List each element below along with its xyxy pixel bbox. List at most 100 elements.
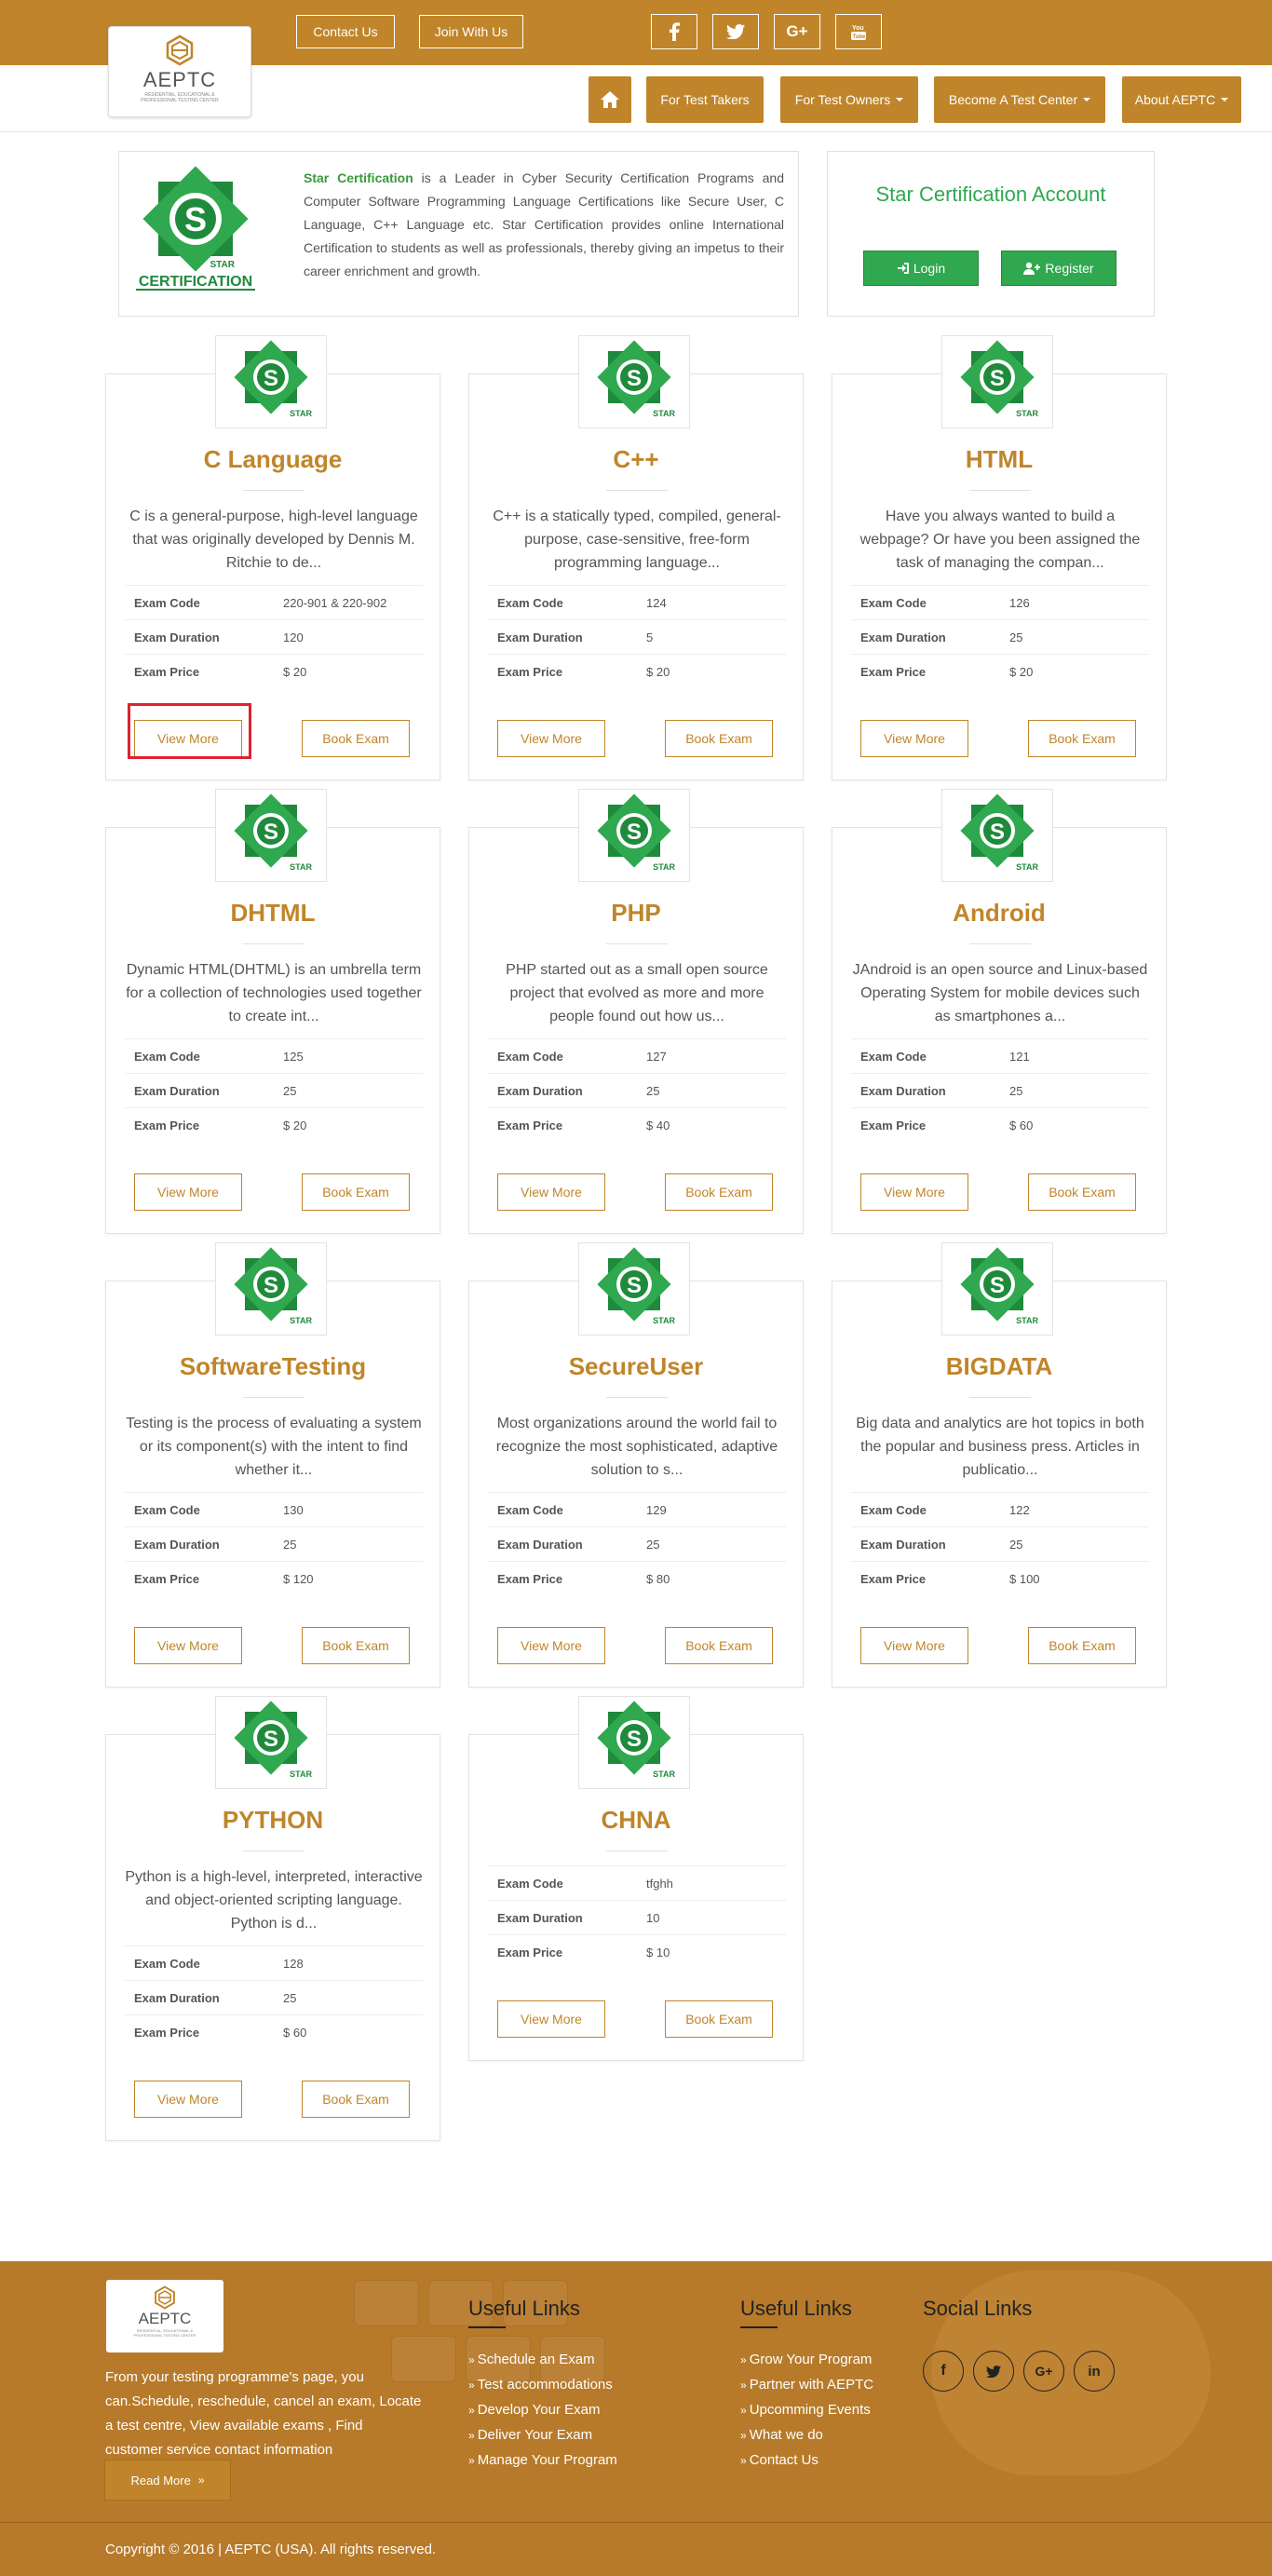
nav-for-test-owners[interactable]: For Test Owners xyxy=(780,76,918,123)
view-more-button[interactable]: View More xyxy=(860,1173,968,1211)
heading-underline xyxy=(468,2326,506,2328)
home-button[interactable] xyxy=(589,76,631,123)
course-title[interactable]: BIGDATA xyxy=(832,1352,1166,1381)
nav-for-test-takers[interactable]: For Test Takers xyxy=(646,76,764,123)
course-title[interactable]: PHP xyxy=(469,899,803,928)
footer-link[interactable]: » Grow Your Program xyxy=(740,2347,873,2372)
footer-texture xyxy=(354,2280,419,2326)
table-row: Exam Duration 10 xyxy=(488,1900,786,1934)
footer-link-label: Schedule an Exam xyxy=(477,2352,595,2367)
book-exam-button[interactable]: Book Exam xyxy=(665,720,773,757)
footer-link[interactable]: » Manage Your Program xyxy=(468,2447,617,2473)
facebook-icon[interactable] xyxy=(651,14,697,49)
book-exam-button[interactable]: Book Exam xyxy=(302,1173,410,1211)
course-title[interactable]: SecureUser xyxy=(469,1352,803,1381)
exam-duration-label: Exam Duration xyxy=(134,630,220,644)
exam-duration-label: Exam Duration xyxy=(134,1990,220,2005)
exam-price-label: Exam Price xyxy=(497,1118,563,1132)
course-logo: S STAR xyxy=(941,1242,1053,1335)
site-logo[interactable]: AEPTC RESIDENTIAL, EDUCATIONAL & PROFESS… xyxy=(108,26,251,117)
exam-duration-value: 10 xyxy=(646,1910,660,1925)
view-more-button[interactable]: View More xyxy=(860,1627,968,1664)
course-title[interactable]: C Language xyxy=(106,445,440,474)
course-card: S STAR Android JAndroid is an open source a… xyxy=(832,789,1167,1234)
twitter-icon[interactable] xyxy=(712,14,759,49)
footer-google-plus-icon[interactable]: G+ xyxy=(1023,2351,1064,2392)
course-title[interactable]: DHTML xyxy=(106,899,440,928)
useful-links-list-2: » Grow Your Program » Partner with AEPTC »… xyxy=(740,2347,873,2473)
footer-link-label: Develop Your Exam xyxy=(477,2402,601,2418)
book-exam-button[interactable]: Book Exam xyxy=(665,1627,773,1664)
nav-become-test-center[interactable]: Become A Test Center xyxy=(934,76,1105,123)
book-exam-button[interactable]: Book Exam xyxy=(1028,1627,1136,1664)
course-title[interactable]: CHNA xyxy=(469,1806,803,1835)
footer-logo[interactable]: AEPTC RESIDENTIAL, EDUCATIONAL & PROFESS… xyxy=(106,2280,223,2352)
footer-link[interactable]: » Develop Your Exam xyxy=(468,2397,617,2422)
exam-price-label: Exam Price xyxy=(497,1945,563,1959)
footer-link[interactable]: » Test accommodations xyxy=(468,2372,617,2397)
footer-linkedin-icon[interactable]: in xyxy=(1074,2351,1115,2392)
view-more-button[interactable]: View More xyxy=(134,2081,242,2118)
footer-link[interactable]: » What we do xyxy=(740,2422,873,2447)
course-title[interactable]: Android xyxy=(832,899,1166,928)
view-more-button[interactable]: View More xyxy=(860,720,968,757)
course-description: C is a general-purpose, high-level langu… xyxy=(129,508,418,571)
account-title: Star Certification Account xyxy=(875,183,1106,206)
account-panel: Star Certification Account Login Registe… xyxy=(827,151,1155,317)
exam-code-value: 122 xyxy=(1009,1502,1030,1517)
view-more-button[interactable]: View More xyxy=(134,1627,242,1664)
course-logo: S STAR xyxy=(578,1242,690,1335)
footer-logo-title: AEPTC xyxy=(138,2310,192,2327)
book-exam-button[interactable]: Book Exam xyxy=(665,2000,773,2038)
footer-twitter-icon[interactable] xyxy=(973,2351,1014,2392)
contact-us-button[interactable]: Contact Us xyxy=(296,15,395,48)
view-more-button[interactable]: View More xyxy=(497,1173,605,1211)
book-exam-button[interactable]: Book Exam xyxy=(1028,1173,1136,1211)
exam-code-label: Exam Code xyxy=(860,1502,927,1517)
footer-link[interactable]: » Contact Us xyxy=(740,2447,873,2473)
star-label: STAR xyxy=(653,862,675,872)
course-logo: S STAR xyxy=(215,1242,327,1335)
course-title[interactable]: PYTHON xyxy=(106,1806,440,1835)
exam-code-label: Exam Code xyxy=(497,1876,563,1891)
course-title[interactable]: HTML xyxy=(832,445,1166,474)
view-more-button[interactable]: View More xyxy=(497,1627,605,1664)
table-row: Exam Price $ 10 xyxy=(488,1934,786,1969)
footer-link[interactable]: » Partner with AEPTC xyxy=(740,2372,873,2397)
course-title[interactable]: SoftwareTesting xyxy=(106,1352,440,1381)
register-button[interactable]: Register xyxy=(1001,251,1116,286)
footer-link[interactable]: » Upcomming Events xyxy=(740,2397,873,2422)
book-exam-button[interactable]: Book Exam xyxy=(302,720,410,757)
exam-duration-value: 25 xyxy=(646,1083,660,1098)
exam-price-value: $ 10 xyxy=(646,1945,670,1959)
nav-about-aeptc[interactable]: About AEPTC xyxy=(1122,76,1241,123)
book-exam-button[interactable]: Book Exam xyxy=(302,2081,410,2118)
exam-code-value: 125 xyxy=(283,1049,304,1064)
star-label: STAR xyxy=(1016,862,1038,872)
caret-down-icon xyxy=(1083,98,1091,102)
join-with-us-button[interactable]: Join With Us xyxy=(419,15,523,48)
exam-duration-label: Exam Duration xyxy=(497,1083,583,1098)
footer-link[interactable]: » Schedule an Exam xyxy=(468,2347,617,2372)
course-description: Most organizations around the world fail… xyxy=(495,1416,778,1478)
footer-link-label: What we do xyxy=(749,2427,823,2443)
login-button[interactable]: Login xyxy=(863,251,979,286)
google-plus-icon[interactable]: G+ xyxy=(774,14,820,49)
book-exam-button[interactable]: Book Exam xyxy=(665,1173,773,1211)
table-row: Exam Duration 25 xyxy=(851,619,1149,654)
read-more-button[interactable]: Read More » xyxy=(104,2460,231,2501)
course-logo: S STAR xyxy=(578,335,690,428)
view-more-button[interactable]: View More xyxy=(134,1173,242,1211)
course-title[interactable]: C++ xyxy=(469,445,803,474)
view-more-button[interactable]: View More xyxy=(497,2000,605,2038)
youtube-icon[interactable]: You Tube xyxy=(835,14,882,49)
book-exam-button[interactable]: Book Exam xyxy=(1028,720,1136,757)
footer-link[interactable]: » Deliver Your Exam xyxy=(468,2422,617,2447)
footer-facebook-icon[interactable]: f xyxy=(923,2351,964,2392)
exam-details-table: Exam Code 122 Exam Duration 25 Exam Price $ 1… xyxy=(851,1492,1149,1595)
exam-code-value: 124 xyxy=(646,595,667,610)
view-more-button[interactable]: View More xyxy=(497,720,605,757)
exam-duration-label: Exam Duration xyxy=(134,1537,220,1552)
book-exam-button[interactable]: Book Exam xyxy=(302,1627,410,1664)
exam-code-value: 121 xyxy=(1009,1049,1030,1064)
